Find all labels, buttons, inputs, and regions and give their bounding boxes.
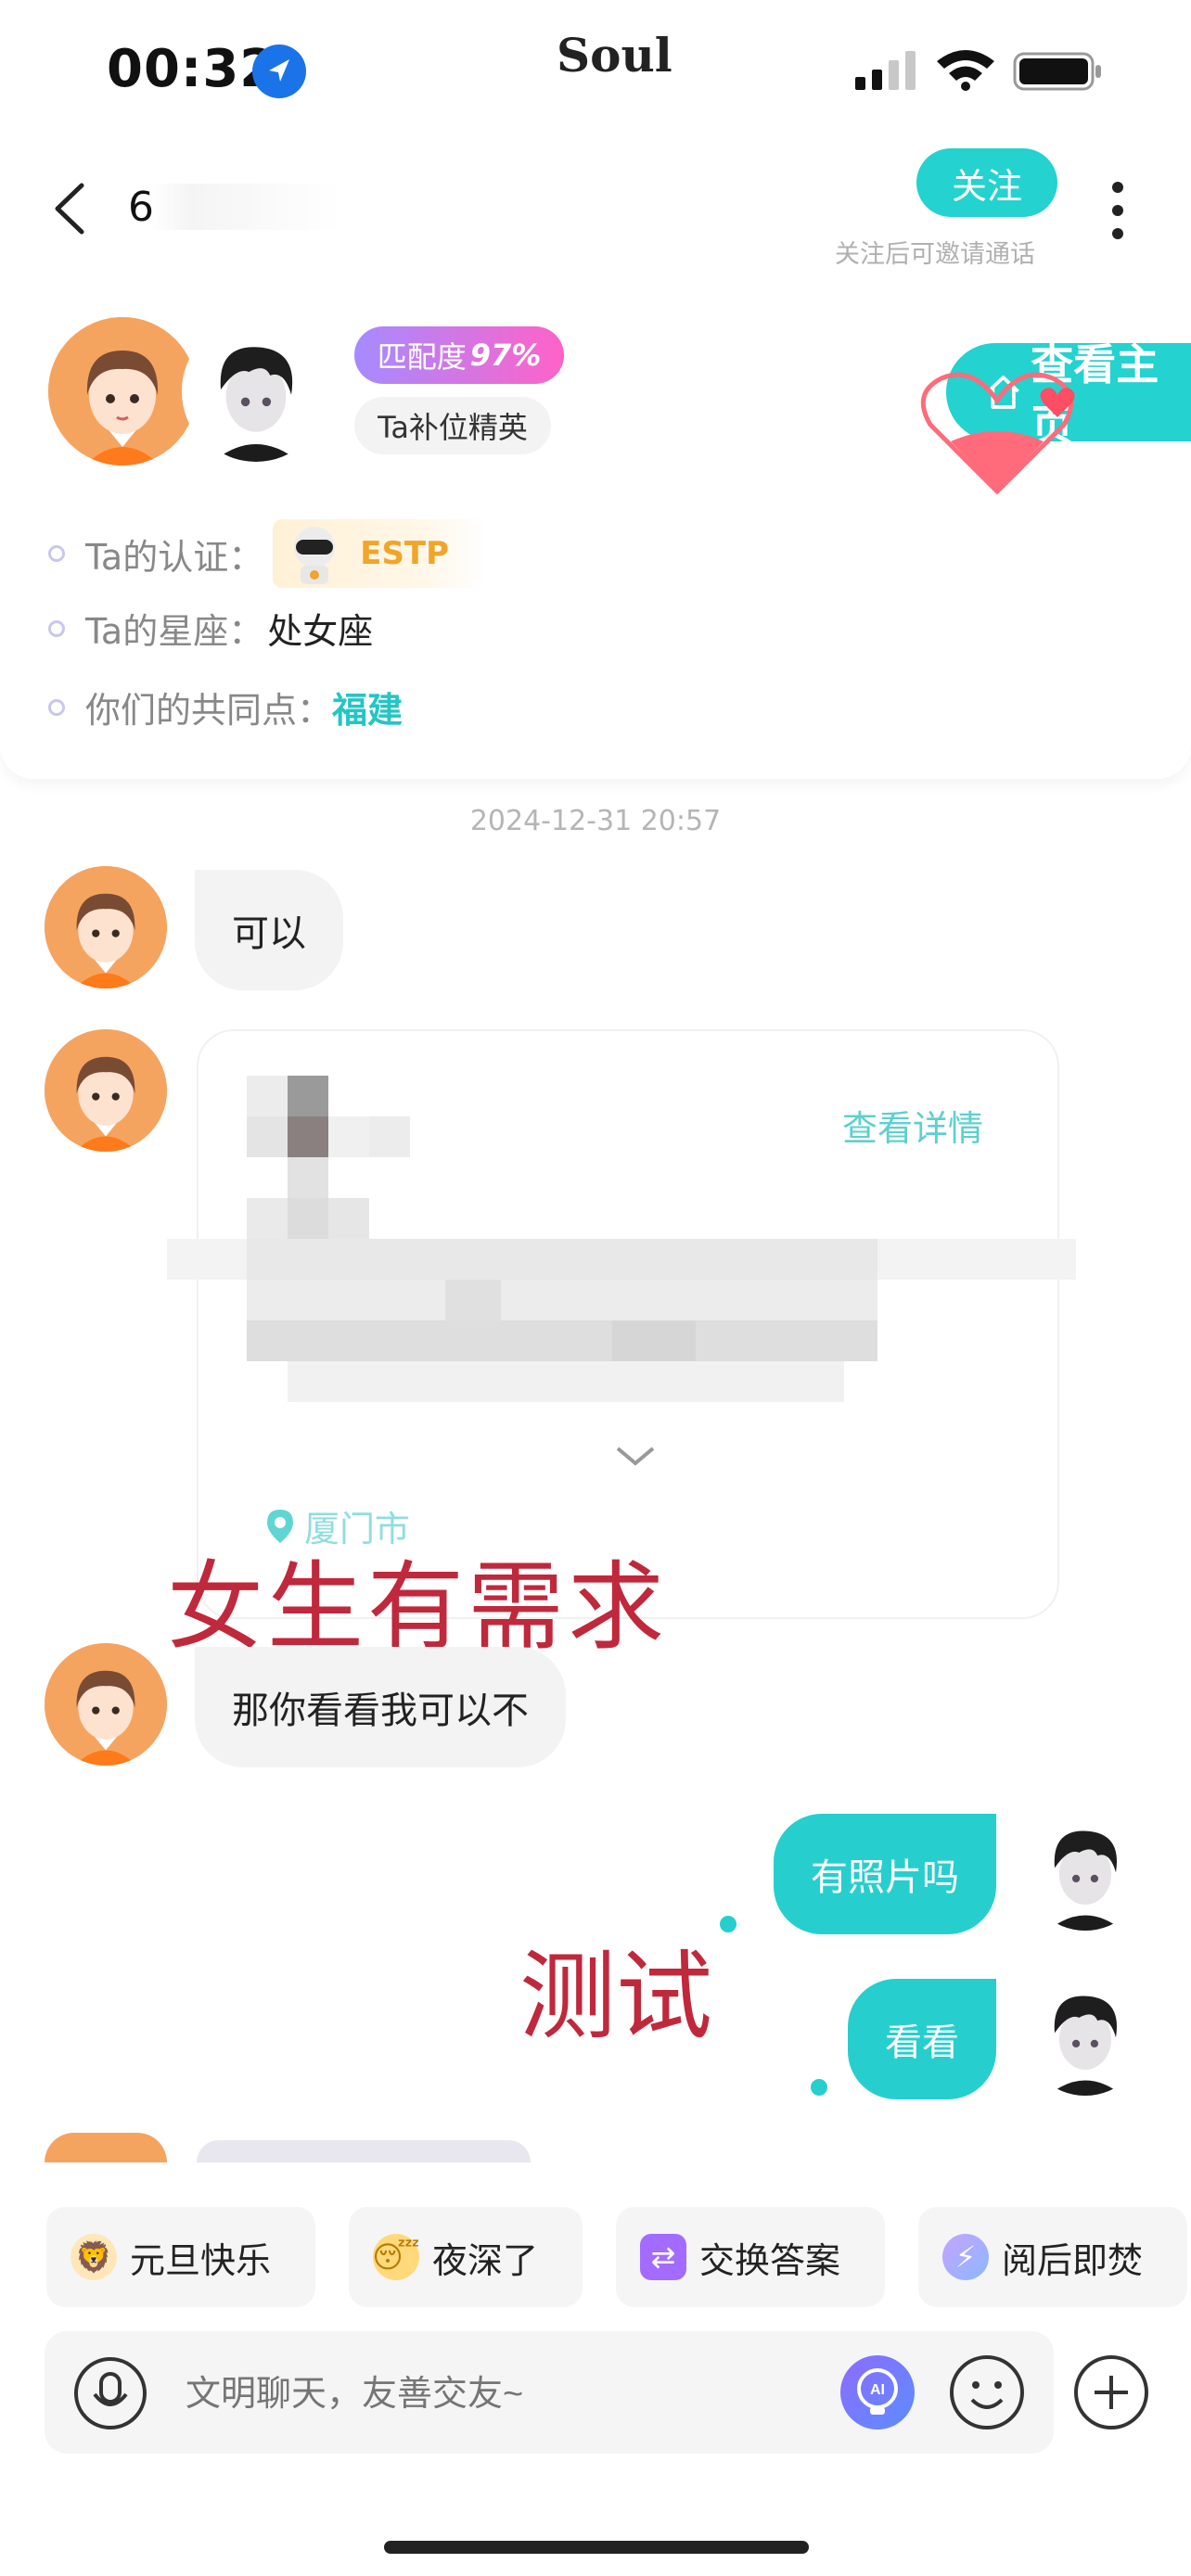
certification-label: Ta的认证： — [85, 536, 264, 578]
sleepy-face-icon: 😴 — [372, 2234, 420, 2280]
location-arrow-icon — [252, 45, 306, 98]
quick-reply-label: 元旦快乐 — [130, 2239, 272, 2281]
quick-reply-chip[interactable]: 🦁 元旦快乐 — [46, 2207, 315, 2307]
match-badge: 匹配度 97% — [354, 326, 564, 384]
heart-animation-icon — [914, 352, 1081, 501]
zodiac-label: Ta的星座： — [85, 611, 264, 652]
incoming-message[interactable] — [197, 2140, 531, 2162]
voice-input-button[interactable] — [72, 2355, 148, 2431]
common-ground-value: 福建 — [332, 690, 403, 731]
match-value: 97% — [469, 338, 542, 373]
quick-reply-chip[interactable]: 😴 夜深了 — [349, 2207, 583, 2307]
flash-icon: ⚡ — [942, 2234, 989, 2280]
status-time: 00:32 — [107, 39, 277, 99]
mbti-value: ESTP — [360, 535, 450, 572]
common-ground-row: 你们的共同点： 福建 — [48, 682, 403, 733]
quick-reply-chip[interactable]: ⚡ 阅后即焚 — [918, 2207, 1187, 2307]
wifi-icon — [935, 46, 996, 91]
read-status-dot — [811, 2079, 827, 2096]
add-attachment-button[interactable] — [1072, 2353, 1150, 2431]
home-indicator — [384, 2541, 809, 2554]
quick-reply-chip[interactable]: ⇄ 交换答案 — [616, 2207, 885, 2307]
battery-icon — [1013, 52, 1102, 91]
exchange-icon: ⇄ — [640, 2234, 686, 2280]
bullet-dot — [48, 545, 65, 562]
more-options-button[interactable] — [1104, 178, 1132, 243]
my-avatar[interactable] — [182, 317, 330, 465]
bullet-dot — [48, 619, 65, 637]
contact-avatar[interactable] — [45, 1643, 167, 1766]
quick-reply-label: 阅后即焚 — [1002, 2239, 1144, 2281]
quick-reply-label: 夜深了 — [432, 2239, 539, 2281]
personality-tag: Ta补位精英 — [354, 397, 551, 454]
carrier-label: Soul — [557, 28, 672, 83]
contact-avatar[interactable] — [45, 866, 167, 988]
bullet-dot — [48, 698, 65, 716]
emoji-button[interactable] — [948, 2353, 1026, 2431]
view-details-link[interactable]: 查看详情 — [842, 1100, 983, 1151]
incoming-message[interactable]: 可以 — [195, 870, 343, 990]
ai-assistant-button[interactable]: AI — [840, 2355, 915, 2429]
follow-button[interactable]: 关注 — [916, 148, 1057, 217]
chevron-down-icon[interactable] — [612, 1443, 659, 1471]
zodiac-row: Ta的星座： 处女座 — [48, 603, 373, 654]
quick-reply-label: 交换答案 — [699, 2239, 841, 2281]
contact-avatar[interactable] — [45, 1029, 167, 1152]
message-input[interactable] — [186, 2366, 798, 2422]
common-ground-label: 你们的共同点： — [85, 690, 333, 731]
cell-signal-icon — [855, 51, 918, 90]
contact-avatar[interactable] — [45, 2133, 167, 2162]
read-status-dot — [720, 1916, 736, 1932]
my-avatar[interactable] — [1024, 1808, 1146, 1931]
follow-hint: 关注后可邀请通话 — [835, 240, 1035, 269]
outgoing-message[interactable]: 看看 — [848, 1979, 996, 2099]
match-label: 匹配度 — [377, 339, 467, 375]
contact-avatar[interactable] — [48, 317, 197, 465]
certification-row: Ta的认证： ESTP — [48, 519, 487, 588]
outgoing-message[interactable]: 有照片吗 — [774, 1814, 996, 1934]
zodiac-value: 处女座 — [267, 611, 374, 652]
contact-name: 6 — [128, 184, 341, 231]
incoming-message[interactable]: 那你看看我可以不 — [195, 1647, 566, 1767]
back-button[interactable] — [46, 176, 93, 241]
astronaut-icon — [294, 527, 336, 584]
mbti-badge[interactable]: ESTP — [273, 519, 487, 588]
svg-text:AI: AI — [870, 2382, 885, 2398]
annotation-text: 测试 — [519, 1940, 713, 2053]
message-timestamp: 2024-12-31 20:57 — [469, 805, 722, 837]
my-avatar[interactable] — [1024, 1973, 1146, 2096]
lion-dance-icon: 🦁 — [70, 2234, 117, 2280]
